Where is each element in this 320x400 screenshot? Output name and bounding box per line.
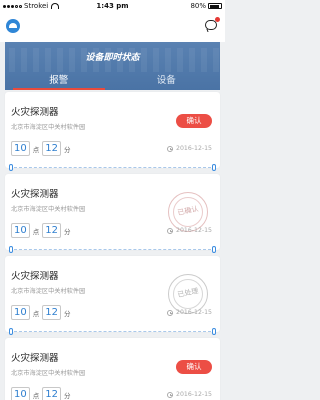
clock-icon [167,391,174,398]
minute-unit: 分 [63,309,71,318]
tab-devices[interactable]: 设备 [113,74,221,90]
item-title: 火灾探测器 [11,107,59,118]
chain-link-icon [212,246,216,253]
chain-link-icon [212,328,216,335]
item-date: 2016-12-15 [167,227,212,234]
status-header: 设备即时状态 报警 设备 [5,42,220,90]
date-text: 2016-12-15 [176,391,212,398]
tab-bar: 报警 设备 [5,74,220,90]
nav-bar [0,12,225,42]
item-date: 2016-12-15 [167,309,212,316]
tab-alarm[interactable]: 报警 [5,74,113,90]
confirmed-stamp-icon: 已确认 [168,192,208,232]
list-item[interactable]: 火灾探测器 北京市海淀区中关村软件园 确认 10 点 12 分 2016-12-… [5,338,220,400]
stamp-text: 已处理 [176,286,200,300]
minute-value: 12 [42,305,61,320]
minute-value: 12 [42,141,61,156]
item-date: 2016-12-15 [167,391,212,398]
chain-divider [5,164,220,172]
minute-value: 12 [42,223,61,238]
message-icon[interactable] [205,17,220,30]
item-address: 北京市海淀区中关村软件园 [11,124,86,131]
app-logo-icon[interactable] [6,19,20,33]
clock-icon [167,309,174,316]
item-address: 北京市海淀区中关村软件园 [11,370,86,377]
minute-value: 12 [42,387,61,400]
chain-link-icon [9,246,13,253]
hour-value: 10 [11,223,30,238]
date-text: 2016-12-15 [176,227,212,234]
hour-unit: 点 [32,227,40,236]
hour-value: 10 [11,141,30,156]
item-address: 北京市海淀区中关村软件园 [11,288,86,295]
battery-group: 80% [190,2,222,10]
minute-unit: 分 [63,145,71,154]
hour-unit: 点 [32,145,40,154]
alarm-time: 10 点 12 分 [11,305,73,320]
confirm-button[interactable]: 确认 [176,114,212,128]
hour-value: 10 [11,305,30,320]
clock-icon [167,145,174,152]
list-item[interactable]: 火灾探测器 北京市海淀区中关村软件园 确认 10 点 12 分 2016-12-… [5,92,220,171]
processed-stamp-icon: 已处理 [168,274,208,314]
item-date: 2016-12-15 [167,145,212,152]
confirm-button[interactable]: 确认 [176,360,212,374]
alarm-time: 10 点 12 分 [11,387,73,400]
minute-unit: 分 [63,227,71,236]
hour-value: 10 [11,387,30,400]
hour-unit: 点 [32,309,40,318]
list-item[interactable]: 火灾探测器 北京市海淀区中关村软件园 已处理 10 点 12 分 2016-12… [5,256,220,335]
chain-link-icon [9,328,13,335]
clock-icon [167,227,174,234]
hour-unit: 点 [32,391,40,400]
alarm-time: 10 点 12 分 [11,141,73,156]
notification-dot [215,17,220,22]
battery-icon [208,3,222,9]
minute-unit: 分 [63,391,71,400]
item-title: 火灾探测器 [11,271,59,282]
alarm-time: 10 点 12 分 [11,223,73,238]
item-title: 火灾探测器 [11,189,59,200]
date-text: 2016-12-15 [176,145,212,152]
item-address: 北京市海淀区中关村软件园 [11,206,86,213]
list-item[interactable]: 火灾探测器 北京市海淀区中关村软件园 已确认 10 点 12 分 2016-12… [5,174,220,253]
status-bar: Strokei 1:43 pm 80% [0,0,225,12]
alarm-list: 火灾探测器 北京市海淀区中关村软件园 确认 10 点 12 分 2016-12-… [5,92,220,400]
battery-percent: 80% [190,2,206,10]
chain-link-icon [212,164,216,171]
date-text: 2016-12-15 [176,309,212,316]
chain-divider [5,328,220,336]
chain-link-icon [9,164,13,171]
stamp-text: 已确认 [176,204,200,218]
item-title: 火灾探测器 [11,353,59,364]
chain-divider [5,246,220,254]
page-title: 设备即时状态 [85,53,140,63]
